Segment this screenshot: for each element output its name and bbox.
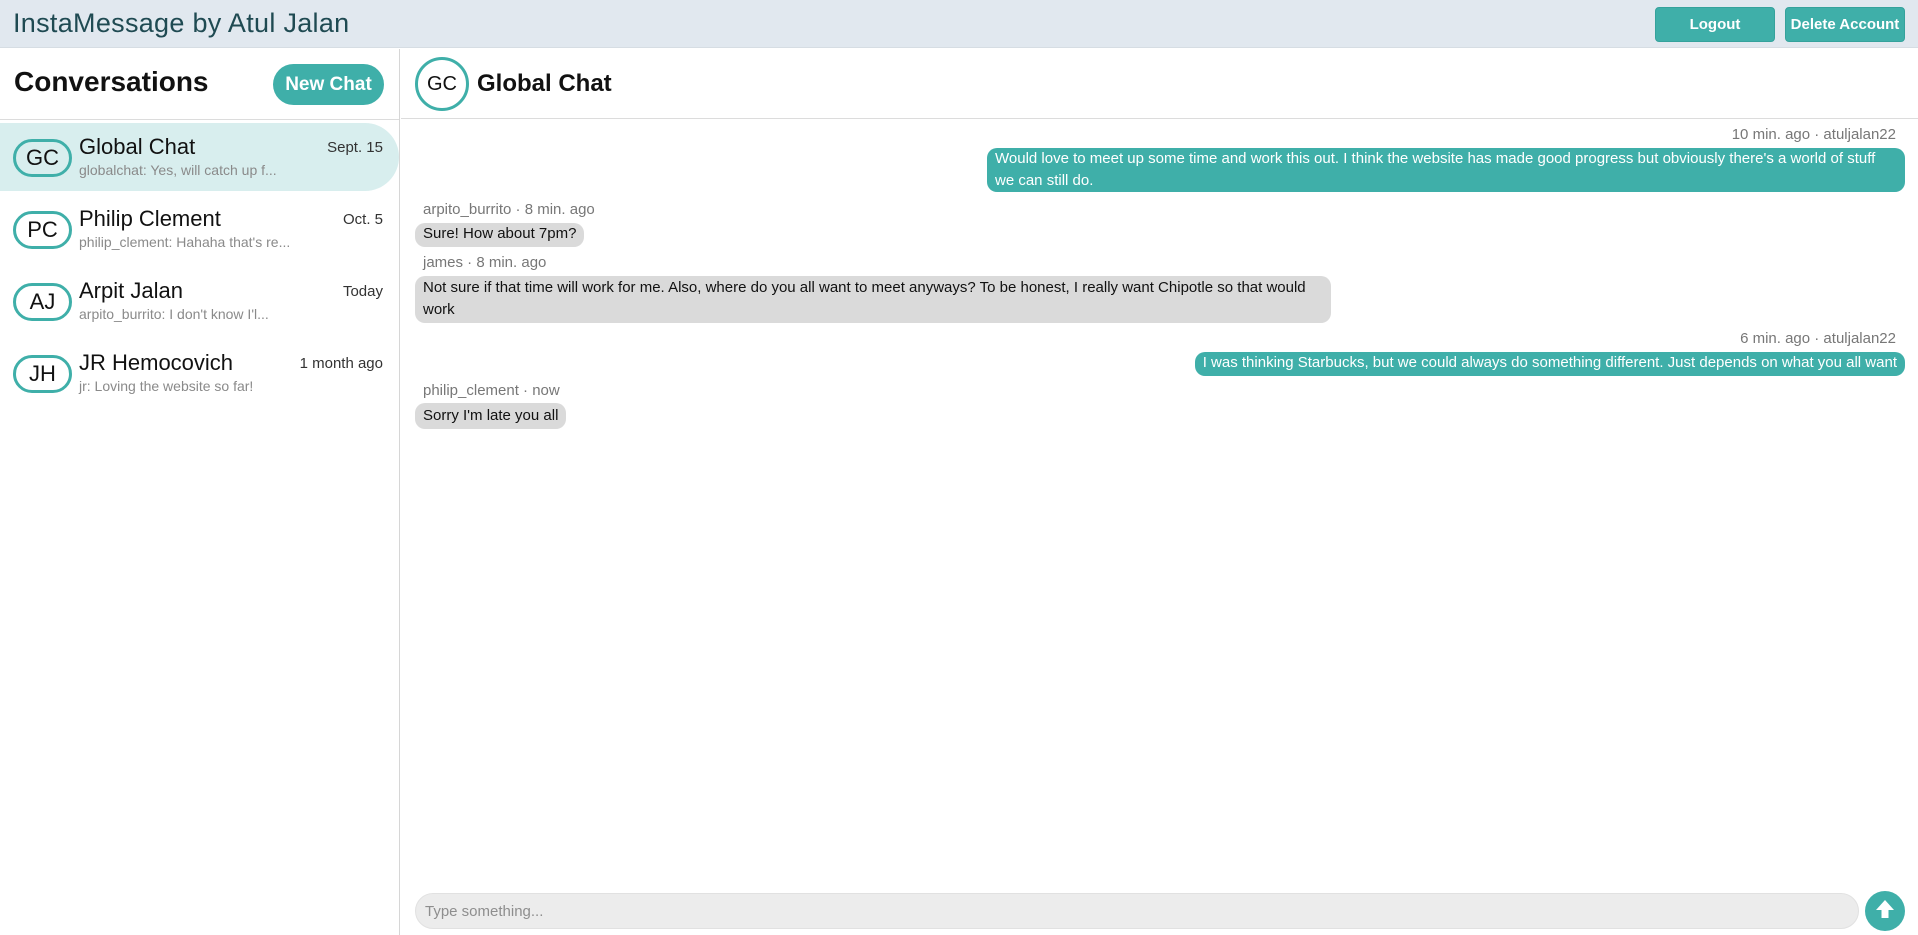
message-bubble-incoming: Not sure if that time will work for me. … — [415, 276, 1331, 323]
sidebar-divider — [0, 119, 399, 120]
arrow-up-icon — [1873, 897, 1897, 925]
conversation-preview: philip_clement: Hahaha that's re... — [79, 234, 291, 250]
send-button[interactable] — [1865, 891, 1905, 931]
message-bubble-incoming: Sure! How about 7pm? — [415, 223, 585, 247]
new-chat-button[interactable]: New Chat — [273, 64, 384, 105]
conversation-date: Sept. 15 — [327, 139, 383, 156]
message-meta: 10 min. ago · atuljalan22 — [1731, 126, 1896, 143]
conversation-item-jr-hemocovich[interactable]: JH JR Hemocovich jr: Loving the website … — [0, 339, 399, 407]
conversation-date: 1 month ago — [299, 355, 383, 372]
conversation-name: Global Chat — [79, 134, 196, 159]
conversation-name: Philip Clement — [79, 206, 221, 231]
avatar: JH — [13, 355, 72, 393]
conversation-item-global-chat[interactable]: GC Global Chat globalchat: Yes, will cat… — [0, 123, 399, 191]
conversation-date: Oct. 5 — [342, 211, 383, 228]
message-meta: james · 8 min. ago — [423, 254, 547, 271]
conversation-preview: jr: Loving the website so far! — [79, 378, 254, 394]
conversation-name: JR Hemocovich — [79, 350, 234, 375]
conversation-preview: globalchat: Yes, will catch up f... — [79, 162, 277, 178]
chat-panel: GC Global Chat 10 min. ago · atuljalan22… — [401, 49, 1918, 935]
message-meta: 6 min. ago · atuljalan22 — [1740, 330, 1896, 347]
conversation-name: Arpit Jalan — [79, 278, 183, 303]
app-title: InstaMessage by Atul Jalan — [13, 8, 350, 38]
chat-title: Global Chat — [477, 70, 612, 97]
delete-account-button[interactable]: Delete Account — [1785, 7, 1905, 42]
conversation-item-philip-clement[interactable]: PC Philip Clement philip_clement: Hahaha… — [0, 195, 399, 263]
chat-header: GC Global Chat — [401, 49, 1918, 119]
conversation-preview: arpito_burrito: I don't know I'l... — [79, 306, 269, 322]
message-bubble-incoming: Sorry I'm late you all — [415, 403, 567, 429]
conversations-heading: Conversations — [14, 66, 209, 97]
logout-button[interactable]: Logout — [1655, 7, 1775, 42]
avatar: AJ — [13, 283, 72, 321]
message-bubble-outgoing: I was thinking Starbucks, but we could a… — [1194, 352, 1905, 376]
conversation-date: Today — [342, 283, 383, 300]
message-bubble-outgoing: Would love to meet up some time and work… — [987, 148, 1905, 192]
chat-avatar: GC — [415, 57, 469, 111]
message-input[interactable] — [415, 893, 1859, 929]
message-meta: philip_clement · now — [423, 382, 560, 399]
message-meta: arpito_burrito · 8 min. ago — [423, 201, 595, 218]
top-bar: InstaMessage by Atul Jalan Logout Delete… — [0, 0, 1918, 48]
avatar: GC — [13, 139, 72, 177]
conversations-sidebar: Conversations New Chat GC Global Chat gl… — [0, 49, 400, 935]
conversation-item-arpit-jalan[interactable]: AJ Arpit Jalan arpito_burrito: I don't k… — [0, 267, 399, 335]
avatar: PC — [13, 211, 72, 249]
